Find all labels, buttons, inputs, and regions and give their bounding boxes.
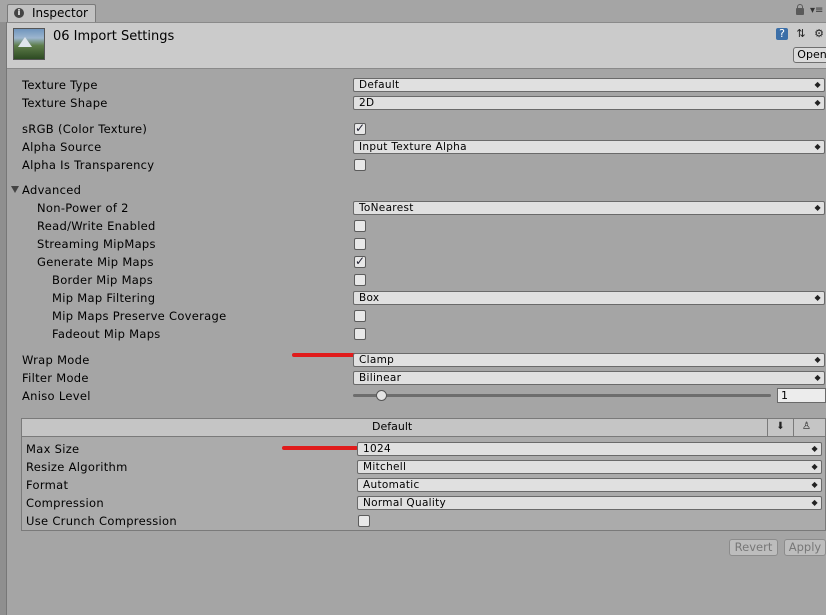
wrap-mode-value: Clamp xyxy=(359,354,395,366)
aniso-level-slider[interactable] xyxy=(353,394,771,397)
dropdown-arrow-icon: ◆ xyxy=(814,293,821,302)
alpha-transparency-label: Alpha Is Transparency xyxy=(22,158,155,172)
max-size-dropdown[interactable]: 1024 ◆ xyxy=(357,442,822,456)
non-power-2-value: ToNearest xyxy=(359,202,414,214)
texture-type-value: Default xyxy=(359,79,400,91)
dropdown-arrow-icon: ◆ xyxy=(811,498,818,507)
help-icon[interactable]: ? xyxy=(776,28,788,40)
texture-type-label: Texture Type xyxy=(22,78,98,92)
mipmaps-coverage-checkbox[interactable] xyxy=(354,310,366,322)
resize-algorithm-label: Resize Algorithm xyxy=(26,460,128,474)
mipmap-filtering-dropdown[interactable]: Box ◆ xyxy=(353,291,825,305)
texture-type-dropdown[interactable]: Default ◆ xyxy=(353,78,825,92)
dropdown-arrow-icon: ◆ xyxy=(814,80,821,89)
inspector-header: 06 Import Settings ? ⇅ ⚙ Open xyxy=(7,23,826,69)
android-icon[interactable]: ♙ xyxy=(793,419,819,436)
tab-inspector-label: Inspector xyxy=(32,6,88,20)
tab-default[interactable]: Default xyxy=(372,420,412,434)
checkmark-icon: ✓ xyxy=(355,254,366,268)
checkmark-icon: ✓ xyxy=(355,121,366,135)
crunch-label: Use Crunch Compression xyxy=(26,514,177,528)
fadeout-mipmaps-label: Fadeout Mip Maps xyxy=(52,327,161,341)
mipmap-filtering-label: Mip Map Filtering xyxy=(52,291,156,305)
filter-mode-value: Bilinear xyxy=(359,372,402,384)
filter-mode-label: Filter Mode xyxy=(22,371,89,385)
wrap-mode-label: Wrap Mode xyxy=(22,353,90,367)
dropdown-arrow-icon: ◆ xyxy=(814,203,821,212)
dropdown-arrow-icon: ◆ xyxy=(811,462,818,471)
format-label: Format xyxy=(26,478,69,492)
alpha-source-label: Alpha Source xyxy=(22,140,102,154)
aniso-level-input[interactable]: 1 xyxy=(777,388,826,403)
gear-icon[interactable]: ⚙ xyxy=(813,28,825,40)
asset-title: 06 Import Settings xyxy=(53,29,175,44)
apply-button[interactable]: Apply xyxy=(784,539,826,556)
dropdown-arrow-icon: ◆ xyxy=(814,98,821,107)
dropdown-arrow-icon: ◆ xyxy=(811,480,818,489)
alpha-source-value: Input Texture Alpha xyxy=(359,141,467,153)
generate-mipmaps-label: Generate Mip Maps xyxy=(37,255,154,269)
tab-strip xyxy=(0,0,826,23)
fadeout-mipmaps-checkbox[interactable] xyxy=(354,328,366,340)
alpha-transparency-checkbox[interactable] xyxy=(354,159,366,171)
open-button[interactable]: Open xyxy=(793,47,826,63)
left-panel-edge xyxy=(0,22,7,615)
revert-button[interactable]: Revert xyxy=(729,539,778,556)
dropdown-arrow-icon: ◆ xyxy=(814,355,821,364)
annotation-red-line xyxy=(292,353,358,357)
srgb-label: sRGB (Color Texture) xyxy=(22,122,148,136)
resize-algorithm-dropdown[interactable]: Mitchell ◆ xyxy=(357,460,822,474)
presets-icon[interactable]: ⇅ xyxy=(795,28,807,40)
read-write-label: Read/Write Enabled xyxy=(37,219,156,233)
compression-value: Normal Quality xyxy=(363,497,447,509)
compression-label: Compression xyxy=(26,496,104,510)
platform-tabs: Default ⬇ ♙ xyxy=(22,419,825,437)
border-mipmaps-label: Border Mip Maps xyxy=(52,273,154,287)
menu-icon[interactable]: ▾≡ xyxy=(810,5,823,17)
non-power-2-label: Non-Power of 2 xyxy=(37,201,129,215)
advanced-foldout[interactable]: Advanced xyxy=(22,183,81,197)
alpha-source-dropdown[interactable]: Input Texture Alpha ◆ xyxy=(353,140,825,154)
texture-shape-label: Texture Shape xyxy=(22,96,108,110)
streaming-mipmaps-checkbox[interactable] xyxy=(354,238,366,250)
texture-thumbnail xyxy=(13,28,45,60)
srgb-checkbox[interactable]: ✓ xyxy=(354,121,366,135)
download-icon[interactable]: ⬇ xyxy=(767,419,793,436)
resize-algorithm-value: Mitchell xyxy=(363,461,407,473)
dropdown-arrow-icon: ◆ xyxy=(811,444,818,453)
generate-mipmaps-checkbox[interactable]: ✓ xyxy=(354,254,366,268)
dropdown-arrow-icon: ◆ xyxy=(814,142,821,151)
mipmaps-coverage-label: Mip Maps Preserve Coverage xyxy=(52,309,227,323)
info-icon: i xyxy=(14,8,24,18)
wrap-mode-dropdown[interactable]: Clamp ◆ xyxy=(353,353,825,367)
dropdown-arrow-icon: ◆ xyxy=(814,373,821,382)
non-power-2-dropdown[interactable]: ToNearest ◆ xyxy=(353,201,825,215)
aniso-level-slider-thumb[interactable] xyxy=(376,390,387,401)
max-size-value: 1024 xyxy=(363,443,391,455)
mipmap-filtering-value: Box xyxy=(359,292,380,304)
texture-shape-dropdown[interactable]: 2D ◆ xyxy=(353,96,825,110)
border-mipmaps-checkbox[interactable] xyxy=(354,274,366,286)
format-dropdown[interactable]: Automatic ◆ xyxy=(357,478,822,492)
read-write-checkbox[interactable] xyxy=(354,220,366,232)
format-value: Automatic xyxy=(363,479,420,491)
crunch-checkbox[interactable] xyxy=(358,515,370,527)
max-size-label: Max Size xyxy=(26,442,80,456)
foldout-arrow-icon[interactable] xyxy=(11,186,19,193)
lock-icon[interactable] xyxy=(796,4,804,15)
tab-inspector[interactable]: i Inspector xyxy=(7,4,96,22)
filter-mode-dropdown[interactable]: Bilinear ◆ xyxy=(353,371,825,385)
aniso-level-label: Aniso Level xyxy=(22,389,91,403)
streaming-mipmaps-label: Streaming MipMaps xyxy=(37,237,156,251)
compression-dropdown[interactable]: Normal Quality ◆ xyxy=(357,496,822,510)
annotation-red-line xyxy=(282,446,358,450)
texture-shape-value: 2D xyxy=(359,97,375,109)
